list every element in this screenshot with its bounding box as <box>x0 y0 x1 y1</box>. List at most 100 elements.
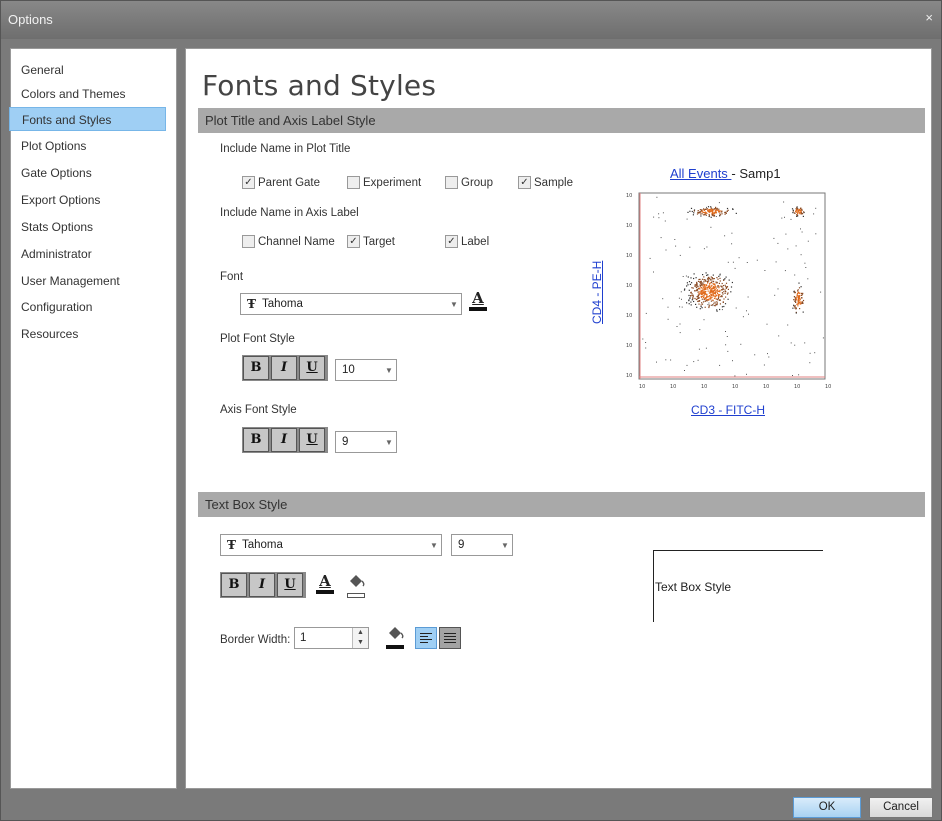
plot-event-dot <box>784 216 785 218</box>
plot-event-dot <box>701 209 703 211</box>
textbox-font-dropdown[interactable]: Ŧ Tahoma ▼ <box>220 534 442 556</box>
preview-plot-title: All Events - Samp1 <box>670 166 781 181</box>
plot-event-dot <box>716 302 718 304</box>
plot-event-dot <box>686 285 688 287</box>
plot-font-dropdown[interactable]: Ŧ Tahoma ▼ <box>240 293 462 315</box>
plot-event-dot <box>707 206 710 208</box>
sidebar-item-resources[interactable]: Resources <box>9 322 166 346</box>
plot-event-dot <box>727 209 729 211</box>
sidebar-item-general[interactable]: General <box>9 58 166 82</box>
channel-name-checkbox[interactable]: Channel Name <box>242 235 335 248</box>
textbox-font-color-button[interactable]: A <box>315 572 335 596</box>
chevron-down-icon: ▼ <box>385 365 393 375</box>
plot-event-dot <box>702 291 704 293</box>
plot-event-dot <box>701 302 703 304</box>
group-checkbox[interactable]: Group <box>445 176 493 189</box>
plot-font-color-button[interactable]: A <box>468 289 488 313</box>
ok-button[interactable]: OK <box>793 797 861 818</box>
plot-event-dot <box>653 271 654 273</box>
plot-event-dot <box>664 220 666 222</box>
parent-gate-checkbox[interactable]: ✓ Parent Gate <box>242 176 320 189</box>
plot-event-dot <box>799 308 801 310</box>
axis-underline-button[interactable]: U <box>299 428 325 452</box>
sidebar-item-gate-options[interactable]: Gate Options <box>9 161 166 185</box>
checkbox-check-icon: ✓ <box>445 235 458 248</box>
plot-event-dot <box>799 300 801 302</box>
axis-italic-button[interactable]: I <box>271 428 297 452</box>
sidebar-item-plot-options[interactable]: Plot Options <box>9 134 166 158</box>
options-sidebar: General Colors and Themes Fonts and Styl… <box>9 48 177 789</box>
textbox-font-size-dropdown[interactable]: 9 ▼ <box>451 534 513 556</box>
y-axis-label-link[interactable]: CD4 - PE-H <box>590 261 604 324</box>
plot-event-dot <box>732 360 733 362</box>
plot-event-dot <box>699 292 702 294</box>
plot-font-size-dropdown[interactable]: 10 ▼ <box>335 359 397 381</box>
plot-event-dot <box>799 207 802 210</box>
plot-event-dot <box>700 304 702 306</box>
cancel-button[interactable]: Cancel <box>869 797 933 818</box>
plot-event-dot <box>706 293 708 295</box>
plot-event-dot <box>726 207 729 210</box>
sidebar-item-user-management[interactable]: User Management <box>9 269 166 293</box>
plot-event-dot <box>708 286 710 288</box>
sidebar-item-export-options[interactable]: Export Options <box>9 188 166 212</box>
plot-event-dot <box>800 286 802 288</box>
border-width-spinner[interactable]: 1 ▲ ▼ <box>294 627 369 649</box>
plot-event-dot <box>803 211 805 213</box>
sidebar-item-administrator[interactable]: Administrator <box>9 242 166 266</box>
plot-event-dot <box>796 295 798 297</box>
sidebar-item-configuration[interactable]: Configuration <box>9 295 166 319</box>
sample-checkbox[interactable]: ✓ Sample <box>518 176 573 189</box>
plot-event-dot <box>714 301 716 303</box>
page-title: Fonts and Styles <box>202 69 437 102</box>
fill-color-bucket-icon[interactable] <box>346 572 366 598</box>
sidebar-item-colors-and-themes[interactable]: Colors and Themes <box>9 82 166 106</box>
plot-event-dot <box>719 280 721 282</box>
plot-bold-button[interactable]: B <box>243 356 269 380</box>
plot-event-dot <box>701 213 703 215</box>
sidebar-item-fonts-and-styles[interactable]: Fonts and Styles <box>9 107 166 131</box>
align-justify-button[interactable] <box>439 627 461 649</box>
plot-event-dot <box>797 302 800 304</box>
x-axis-label-link[interactable]: CD3 - FITC-H <box>691 403 765 417</box>
plot-event-dot <box>793 212 795 214</box>
plot-event-dot <box>718 202 720 204</box>
plot-event-dot <box>688 300 690 302</box>
plot-event-dot <box>699 286 701 288</box>
plot-event-dot <box>704 286 706 288</box>
plot-event-dot <box>694 285 696 287</box>
plot-event-dot <box>795 299 797 301</box>
plot-event-dot <box>717 278 719 280</box>
spin-up-icon[interactable]: ▲ <box>353 628 368 638</box>
parent-gate-link[interactable]: All Events <box>670 166 731 181</box>
close-icon[interactable]: × <box>925 10 933 25</box>
axis-bold-button[interactable]: B <box>243 428 269 452</box>
axis-font-size-dropdown[interactable]: 9 ▼ <box>335 431 397 453</box>
plot-italic-button[interactable]: I <box>271 356 297 380</box>
spin-down-icon[interactable]: ▼ <box>353 638 368 648</box>
plot-event-dot <box>713 283 715 285</box>
plot-event-dot <box>694 284 696 286</box>
plot-event-dot <box>706 208 708 210</box>
target-checkbox[interactable]: ✓ Target <box>347 235 395 248</box>
plot-event-dot <box>731 232 733 234</box>
plot-event-dot <box>700 213 702 215</box>
plot-underline-button[interactable]: U <box>299 356 325 380</box>
label-checkbox[interactable]: ✓ Label <box>445 235 489 248</box>
plot-event-dot <box>688 303 690 305</box>
border-color-bucket-icon[interactable] <box>385 624 405 649</box>
plot-event-dot <box>715 289 717 291</box>
experiment-checkbox[interactable]: Experiment <box>347 176 421 189</box>
plot-event-dot <box>724 235 726 237</box>
plot-event-dot <box>718 295 720 297</box>
textbox-italic-button[interactable]: I <box>249 573 275 597</box>
sidebar-item-stats-options[interactable]: Stats Options <box>9 215 166 239</box>
textbox-bold-button[interactable]: B <box>221 573 247 597</box>
plot-event-dot <box>706 246 708 248</box>
plot-event-dot <box>693 277 695 280</box>
textbox-underline-button[interactable]: U <box>277 573 303 597</box>
plot-event-dot <box>797 299 800 301</box>
plot-event-dot <box>667 306 669 308</box>
align-left-button[interactable] <box>415 627 437 649</box>
plot-event-dot <box>722 301 724 303</box>
